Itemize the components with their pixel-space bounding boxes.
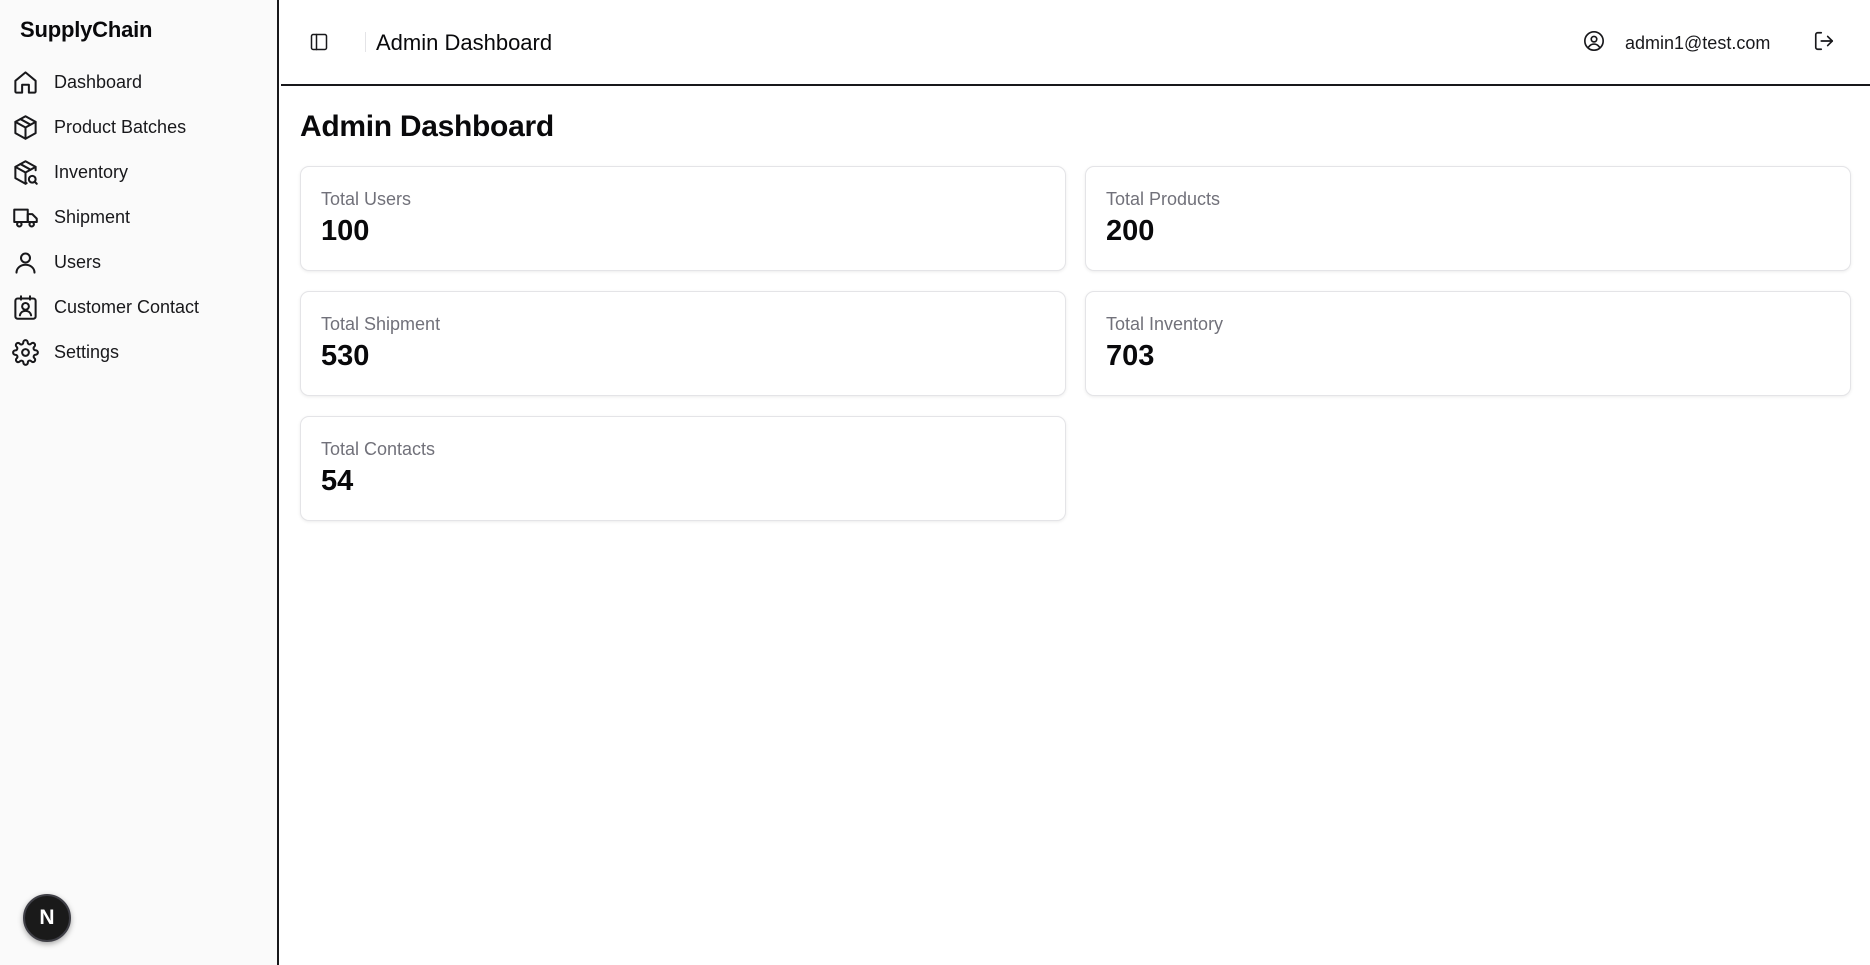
dev-tools-badge[interactable]: N	[23, 894, 71, 942]
stat-value: 54	[321, 465, 354, 497]
sidebar: SupplyChain Dashboard Product Batches In…	[0, 0, 279, 965]
stat-card-total-products: Total Products 200	[1085, 166, 1851, 271]
badge-letter: N	[39, 906, 55, 929]
user-circle-icon	[1583, 30, 1607, 54]
home-icon	[11, 69, 39, 97]
sidebar-item-label: Inventory	[54, 162, 129, 182]
package-icon	[11, 114, 39, 142]
stat-label: Total Inventory	[1106, 314, 1224, 334]
sidebar-item-label: Shipment	[54, 207, 131, 227]
top-header: Admin Dashboard admin1@test.com	[281, 0, 1870, 86]
sidebar-item-label: Users	[54, 252, 102, 272]
stat-label: Total Shipment	[321, 314, 441, 334]
sidebar-item-label: Dashboard	[54, 72, 143, 92]
stat-label: Total Users	[321, 189, 412, 209]
sidebar-item-label: Customer Contact	[54, 297, 200, 317]
stat-card-total-inventory: Total Inventory 703	[1085, 291, 1851, 396]
stat-label: Total Contacts	[321, 439, 436, 459]
brand-logo: SupplyChain	[20, 17, 153, 42]
sidebar-toggle-button[interactable]	[305, 28, 333, 56]
sidebar-item-label: Product Batches	[54, 117, 187, 137]
sidebar-item-inventory[interactable]: Inventory	[0, 150, 277, 195]
stat-card-total-shipment: Total Shipment 530	[300, 291, 1066, 396]
sidebar-nav: Dashboard Product Batches Inventory Ship…	[0, 60, 277, 375]
stat-card-total-users: Total Users 100	[300, 166, 1066, 271]
stat-label: Total Products	[1106, 189, 1221, 209]
package-search-icon	[11, 159, 39, 187]
panel-left-icon	[310, 33, 328, 51]
user-icon	[11, 249, 39, 277]
sidebar-item-settings[interactable]: Settings	[0, 330, 277, 375]
stat-value: 200	[1106, 215, 1155, 247]
page-title: Admin Dashboard	[300, 110, 554, 143]
sidebar-item-shipment[interactable]: Shipment	[0, 195, 277, 240]
user-email: admin1@test.com	[1625, 33, 1771, 53]
logout-icon	[1814, 31, 1834, 51]
stat-value: 100	[321, 215, 370, 247]
truck-icon	[11, 204, 39, 232]
header-separator	[365, 32, 366, 52]
sidebar-item-customer-contact[interactable]: Customer Contact	[0, 285, 277, 330]
header-title: Admin Dashboard	[376, 30, 553, 55]
stat-value: 530	[321, 340, 370, 372]
logout-button[interactable]	[1813, 30, 1837, 54]
contact-icon	[11, 294, 39, 322]
sidebar-item-users[interactable]: Users	[0, 240, 277, 285]
sidebar-item-product-batches[interactable]: Product Batches	[0, 105, 277, 150]
stat-value: 703	[1106, 340, 1155, 372]
sidebar-item-label: Settings	[54, 342, 120, 362]
gear-icon	[11, 339, 39, 367]
stat-card-total-contacts: Total Contacts 54	[300, 416, 1066, 521]
sidebar-item-dashboard[interactable]: Dashboard	[0, 60, 277, 105]
